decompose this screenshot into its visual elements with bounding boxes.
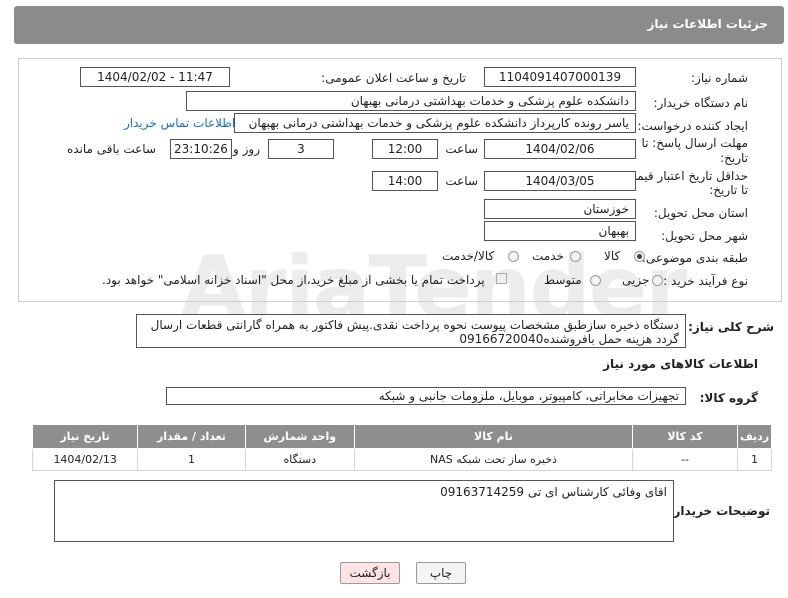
buyer-notes-label: توضیحات خریدار: (668, 504, 770, 518)
announce-label: تاریخ و ساعت اعلان عمومی: (321, 71, 466, 85)
purchase-minor-radio[interactable] (652, 275, 663, 286)
cell-unit: دستگاه (244, 448, 356, 471)
reply-time-field: 12:00 (372, 139, 438, 159)
category-goods-label: کالا (604, 249, 621, 263)
category-both-label: کالا/خدمت (442, 249, 495, 263)
cell-code: -- (631, 448, 739, 471)
purchase-medium-label: متوسط (544, 273, 582, 287)
treasury-payment-checkbox[interactable] (496, 273, 507, 284)
reply-time-label: ساعت (445, 142, 478, 156)
col-code: کد کالا (631, 424, 739, 449)
reply-date-label: تاریخ: (720, 151, 748, 165)
cell-date: 1404/02/13 (31, 448, 139, 471)
price-time-label: ساعت (445, 174, 478, 188)
category-service-label: خدمت (532, 249, 564, 263)
col-row: ردیف (737, 424, 772, 449)
table-row: 1 -- ذخیره ساز تحت شبکه NAS دستگاه 1 140… (31, 448, 772, 471)
reply-date-field: 1404/02/06 (484, 139, 636, 159)
back-button[interactable]: بازگشت (340, 562, 400, 584)
remaining-label: ساعت باقی مانده (66, 142, 156, 156)
goods-table: ردیف کد کالا نام کالا واحد شمارش تعداد /… (31, 424, 772, 471)
purchase-medium-radio[interactable] (590, 275, 601, 286)
category-goods-radio[interactable] (634, 251, 645, 262)
days-label: روز و (233, 142, 260, 156)
cell-name: ذخیره ساز تحت شبکه NAS (354, 448, 633, 471)
purchase-minor-label: جزیی (622, 273, 650, 287)
col-date: تاریخ نیاز (31, 424, 139, 449)
col-qty: تعداد / مقدار (137, 424, 246, 449)
province-field: خوزستان (484, 199, 636, 219)
goods-group-field: تجهیزات مخابراتی، کامپیوتر، موبایل، ملزو… (166, 387, 686, 405)
creator-label: ایجاد کننده درخواست: (637, 119, 748, 133)
category-both-radio[interactable] (508, 251, 519, 262)
need-number-label: شماره نیاز: (691, 71, 748, 85)
reply-deadline-label: مهلت ارسال پاسخ: تا (641, 136, 748, 150)
days-field: 3 (268, 139, 334, 159)
buyer-field: دانشکده علوم پزشکی و خدمات بهداشتی درمان… (186, 91, 636, 111)
print-button[interactable]: چاپ (416, 562, 466, 584)
price-date-field: 1404/03/05 (484, 171, 636, 191)
description-field: دستگاه ذخیره سازطبق مشخصات پیوست نحوه پر… (136, 314, 686, 348)
buyer-notes-field: اقای وفائی کارشناس ای تی 09163714259 (54, 480, 674, 542)
col-unit: واحد شمارش (244, 424, 356, 449)
city-label: شهر محل تحویل: (661, 229, 748, 243)
price-validity-label: حداقل تاریخ اعتبار قیمت: (621, 169, 748, 183)
remaining-time-field: 23:10:26 (170, 139, 232, 159)
province-label: استان محل تحویل: (653, 206, 748, 220)
city-field: بهبهان (484, 221, 636, 241)
purchase-type-label: نوع فرآیند خرید : (663, 274, 748, 288)
treasury-payment-label: پرداخت تمام یا بخشی از مبلغ خرید،از محل … (102, 273, 485, 287)
need-number-field: 1104091407000139 (484, 67, 636, 87)
cell-qty: 1 (137, 448, 246, 471)
col-name: نام کالا (354, 424, 633, 449)
price-time-field: 14:00 (372, 171, 438, 191)
description-label: شرح کلی نیاز: (688, 320, 774, 334)
price-date-label: تا تاریخ: (709, 183, 748, 197)
page-header: جزئیات اطلاعات نیاز (14, 6, 784, 44)
page-title: جزئیات اطلاعات نیاز (647, 17, 768, 31)
goods-table-header: ردیف کد کالا نام کالا واحد شمارش تعداد /… (31, 424, 772, 449)
contact-info-link[interactable]: اطلاعات تماس خریدار (124, 116, 235, 130)
goods-group-label: گروه کالا: (699, 391, 758, 405)
category-service-radio[interactable] (570, 251, 581, 262)
buyer-label: نام دستگاه خریدار: (653, 96, 749, 110)
announce-field: 1404/02/02 - 11:47 (80, 67, 230, 87)
cell-row: 1 (737, 448, 772, 471)
creator-field: یاسر رونده کارپرداز دانشکده علوم پزشکی و… (234, 113, 636, 133)
category-label: طبقه بندی موضوعی: (641, 251, 748, 265)
goods-section-title: اطلاعات کالاهای مورد نیاز (603, 357, 758, 371)
